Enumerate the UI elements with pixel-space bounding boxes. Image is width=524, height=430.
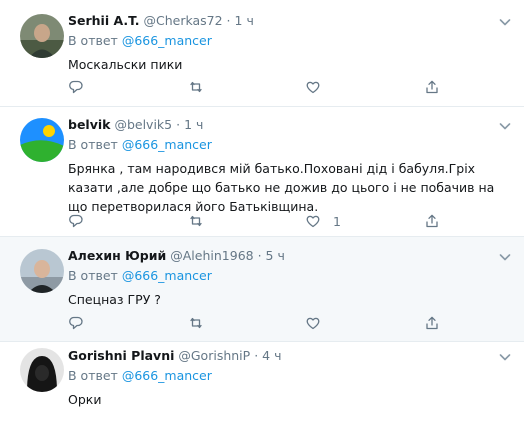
reply-context: В ответ @666_mancer <box>68 268 512 284</box>
tweet[interactable]: Алехин Юрий @Alehin1968 · 5 ч В ответ @6… <box>0 237 524 342</box>
tweet-actions <box>68 313 504 333</box>
avatar[interactable] <box>20 249 64 293</box>
reply-context: В ответ @666_mancer <box>68 33 512 49</box>
retweet-icon <box>190 317 202 329</box>
share-icon <box>426 80 438 94</box>
separator-dot: · <box>176 117 181 132</box>
user-handle[interactable]: @Alehin1968 <box>170 248 253 263</box>
reply-context: В ответ @666_mancer <box>68 137 512 153</box>
like-button[interactable] <box>305 313 333 333</box>
share-icon <box>426 316 438 330</box>
like-count: 1 <box>333 213 341 229</box>
user-handle[interactable]: @GorishniP <box>178 348 250 363</box>
reply-prefix: В ответ <box>68 368 118 383</box>
retweet-icon <box>190 215 202 227</box>
tweet-actions <box>68 77 504 97</box>
reply-mention-link[interactable]: @666_mancer <box>122 137 212 152</box>
chevron-down-icon[interactable] <box>498 119 512 133</box>
share-button[interactable] <box>424 77 440 97</box>
timestamp[interactable]: 1 ч <box>235 13 254 28</box>
share-icon <box>426 214 438 228</box>
like-icon <box>306 317 320 330</box>
share-button[interactable] <box>424 211 440 231</box>
reply-mention-link[interactable]: @666_mancer <box>122 268 212 283</box>
separator-dot: · <box>226 13 231 28</box>
reply-icon <box>69 316 83 330</box>
tweet-actions: 1 <box>68 211 504 231</box>
reply-prefix: В ответ <box>68 268 118 283</box>
like-icon <box>306 215 320 228</box>
like-button[interactable] <box>305 77 333 97</box>
reply-button[interactable] <box>68 77 84 97</box>
display-name[interactable]: Gorishni Plavni <box>68 348 174 363</box>
avatar[interactable] <box>20 118 64 162</box>
tweet[interactable]: belvik @belvik5 · 1 ч В ответ @666_mance… <box>0 107 524 237</box>
reply-prefix: В ответ <box>68 137 118 152</box>
tweet[interactable]: Gorishni Plavni @GorishniP · 4 ч В ответ… <box>0 342 524 430</box>
tweet-text: Спецназ ГРУ ? <box>68 292 161 307</box>
retweet-button[interactable] <box>188 313 204 333</box>
reply-icon <box>69 80 83 94</box>
tweet-header: Gorishni Plavni @GorishniP · 4 ч <box>68 348 512 364</box>
reply-context: В ответ @666_mancer <box>68 368 512 384</box>
tweet-text: Брянка , там народився мій батько.Похова… <box>68 161 495 214</box>
chevron-down-icon[interactable] <box>498 250 512 264</box>
tweet-header: belvik @belvik5 · 1 ч <box>68 117 512 133</box>
reply-button[interactable] <box>68 313 84 333</box>
timestamp[interactable]: 4 ч <box>262 348 281 363</box>
timestamp[interactable]: 5 ч <box>266 248 285 263</box>
display-name[interactable]: Алехин Юрий <box>68 248 166 263</box>
display-name[interactable]: belvik <box>68 117 110 132</box>
display-name[interactable]: Serhii A.T. <box>68 13 140 28</box>
user-handle[interactable]: @belvik5 <box>114 117 172 132</box>
tweet-text: Орки <box>68 392 102 407</box>
retweet-button[interactable] <box>188 77 204 97</box>
chevron-down-icon[interactable] <box>498 350 512 364</box>
reply-button[interactable] <box>68 211 84 231</box>
like-button[interactable]: 1 <box>305 211 341 231</box>
reply-thread: Serhii A.T. @Cherkas72 · 1 ч В ответ @66… <box>0 0 524 430</box>
reply-prefix: В ответ <box>68 33 118 48</box>
chevron-down-icon[interactable] <box>498 15 512 29</box>
like-icon <box>306 81 320 94</box>
separator-dot: · <box>257 248 262 263</box>
share-button[interactable] <box>424 313 440 333</box>
tweet[interactable]: Serhii A.T. @Cherkas72 · 1 ч В ответ @66… <box>0 0 524 107</box>
separator-dot: · <box>254 348 259 363</box>
tweet-text: Москальски пики <box>68 57 183 72</box>
avatar[interactable] <box>20 348 64 392</box>
tweet-header: Serhii A.T. @Cherkas72 · 1 ч <box>68 13 512 29</box>
retweet-button[interactable] <box>188 211 204 231</box>
timestamp[interactable]: 1 ч <box>184 117 203 132</box>
reply-mention-link[interactable]: @666_mancer <box>122 33 212 48</box>
reply-icon <box>69 214 83 228</box>
avatar[interactable] <box>20 14 64 58</box>
reply-mention-link[interactable]: @666_mancer <box>122 368 212 383</box>
tweet-header: Алехин Юрий @Alehin1968 · 5 ч <box>68 248 512 264</box>
retweet-icon <box>190 81 202 93</box>
user-handle[interactable]: @Cherkas72 <box>143 13 222 28</box>
